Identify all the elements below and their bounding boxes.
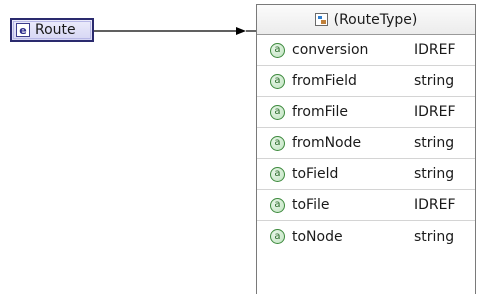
attribute-name: toField bbox=[292, 166, 339, 182]
attribute-name: fromFile bbox=[292, 104, 349, 120]
attribute-name: fromNode bbox=[292, 135, 362, 151]
attribute-type: IDREF bbox=[414, 42, 456, 58]
attribute-row[interactable]: a fromFile IDREF bbox=[257, 97, 475, 128]
attribute-icon: a bbox=[270, 104, 285, 120]
attribute-icon: a bbox=[270, 197, 285, 213]
attribute-row[interactable]: a toNode string bbox=[257, 221, 475, 252]
attribute-row[interactable]: a toField string bbox=[257, 159, 475, 190]
attribute-name: toNode bbox=[292, 228, 343, 245]
attribute-name: toFile bbox=[292, 197, 330, 213]
attribute-name: conversion bbox=[292, 42, 369, 58]
attribute-name: fromField bbox=[292, 73, 357, 89]
attribute-icon: a bbox=[270, 229, 285, 244]
connector-arrowhead bbox=[236, 27, 246, 35]
attribute-type: IDREF bbox=[414, 197, 456, 213]
attribute-type: string bbox=[414, 228, 455, 245]
complex-type-icon bbox=[314, 13, 328, 26]
attribute-type: string bbox=[414, 166, 455, 182]
attribute-type: string bbox=[414, 73, 455, 89]
attribute-row[interactable]: a toFile IDREF bbox=[257, 190, 475, 221]
attribute-icon: a bbox=[270, 42, 285, 58]
attribute-type: IDREF bbox=[414, 104, 456, 120]
complex-type-header: (RouteType) bbox=[257, 5, 475, 35]
attribute-icon: a bbox=[270, 166, 285, 182]
attribute-row[interactable]: a conversion IDREF bbox=[257, 35, 475, 66]
attribute-row[interactable]: a fromNode string bbox=[257, 128, 475, 159]
attribute-icon: a bbox=[270, 135, 285, 151]
complex-type-title: (RouteType) bbox=[333, 11, 418, 28]
attribute-icon: a bbox=[270, 73, 285, 89]
attribute-type: string bbox=[414, 135, 455, 151]
complex-type-box[interactable]: (RouteType) a conversion IDREF a fromFie… bbox=[256, 4, 476, 294]
attribute-row[interactable]: a fromField string bbox=[257, 66, 475, 97]
